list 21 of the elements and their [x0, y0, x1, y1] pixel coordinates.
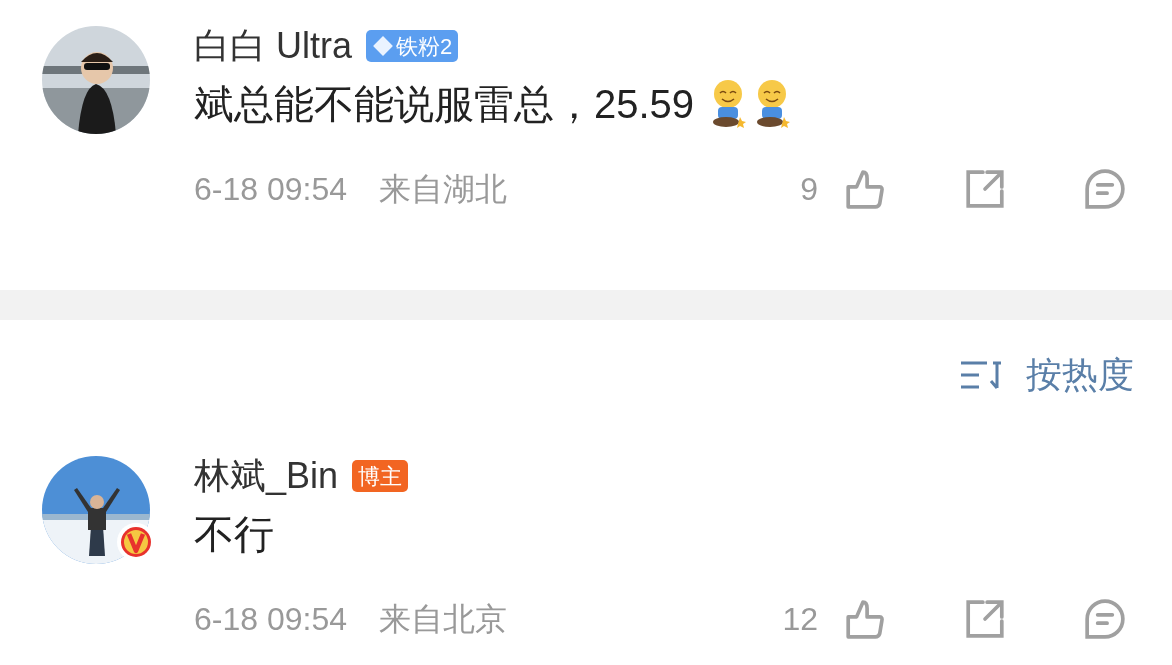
- user-name[interactable]: 林斌_Bin: [194, 458, 339, 494]
- comment-icon[interactable]: [1084, 598, 1126, 640]
- sort-icon: [958, 360, 1004, 390]
- comment-text: 不行: [194, 514, 274, 554]
- like-button[interactable]: 9: [800, 165, 886, 213]
- diamond-icon: [372, 35, 394, 57]
- comment-location: 来自湖北: [379, 170, 507, 209]
- share-icon[interactable]: [964, 168, 1006, 210]
- comment-text: 斌总能不能说服雷总，25.59: [194, 84, 695, 124]
- user-badge: 铁粉2: [366, 30, 459, 62]
- like-button[interactable]: 12: [782, 595, 886, 643]
- user-name[interactable]: 白白 Ultra: [194, 28, 352, 64]
- user-badge: 博主: [352, 460, 409, 492]
- thumbs-up-icon: [844, 168, 886, 210]
- thumbs-up-icon: [844, 598, 886, 640]
- sort-button[interactable]: 按热度: [958, 348, 1134, 402]
- comment-time: 6-18 09:54: [194, 170, 347, 209]
- comment-icon[interactable]: [1084, 168, 1126, 210]
- comment-time: 6-18 09:54: [194, 600, 347, 639]
- comment-location: 来自北京: [379, 600, 507, 639]
- share-icon[interactable]: [964, 598, 1006, 640]
